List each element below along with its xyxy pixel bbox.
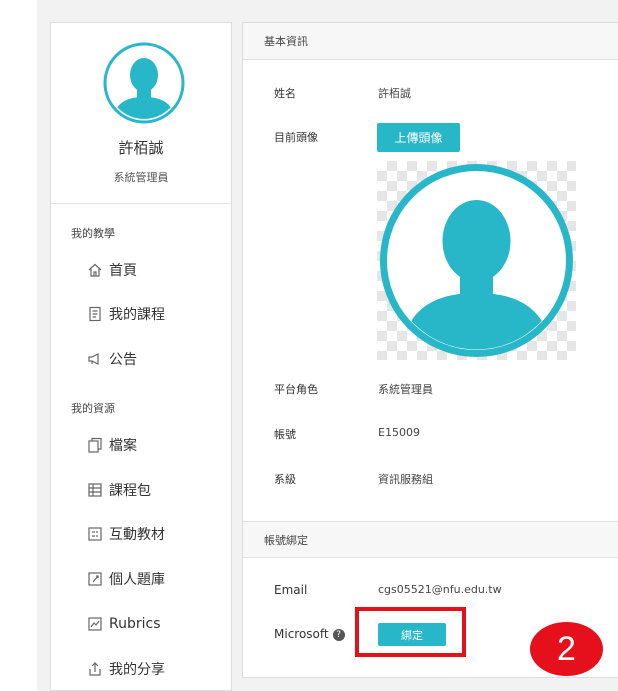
nav-label: 檔案 <box>109 438 137 454</box>
question-bank-icon <box>88 572 102 586</box>
email-label: Email <box>274 583 308 597</box>
user-name: 許栢誠 <box>118 139 164 157</box>
profile-card: 許栢誠 系統管理員 <box>51 23 231 204</box>
nav-my-shares[interactable]: 我的分享 <box>87 655 165 683</box>
document-icon <box>89 306 101 322</box>
user-avatar-icon <box>380 164 573 357</box>
section-label-teaching: 我的教學 <box>71 227 115 240</box>
nav-label: 我的課程 <box>109 307 165 323</box>
department-value: 資訊服務組 <box>378 473 433 486</box>
microsoft-label-row: Microsoft? <box>274 627 345 641</box>
section-header-basic-info: 基本資訊 <box>243 23 618 60</box>
help-icon[interactable]: ? <box>332 628 345 641</box>
profile-settings-card: 基本資訊 姓名 許栢誠 目前頭像 上傳頭像 平台角色 系統管理員 帳號 E150… <box>242 22 618 678</box>
user-avatar-icon <box>103 42 185 124</box>
upload-avatar-button[interactable]: 上傳頭像 <box>377 123 460 152</box>
department-label: 系級 <box>274 473 296 486</box>
nav-label: 公告 <box>109 352 137 368</box>
files-icon <box>88 437 102 453</box>
account-label: 帳號 <box>274 428 296 441</box>
sidebar: 許栢誠 系統管理員 我的教學 首頁 我的課程 公告 我的資源 檔案 課程包 互動… <box>50 22 232 691</box>
nav-label: Rubrics <box>109 616 161 632</box>
home-icon <box>88 263 102 277</box>
nav-question-bank[interactable]: 個人題庫 <box>87 565 165 593</box>
section-label-resources: 我的資源 <box>71 402 115 415</box>
nav-label: 互動教材 <box>109 527 165 543</box>
page-margin <box>0 0 37 691</box>
nav-my-courses[interactable]: 我的課程 <box>87 300 165 328</box>
nav-interactive-materials[interactable]: 互動教材 <box>87 520 165 548</box>
megaphone-icon <box>88 353 99 365</box>
nav-course-packages[interactable]: 課程包 <box>87 476 151 504</box>
name-label: 姓名 <box>274 87 296 100</box>
nav-home[interactable]: 首頁 <box>87 256 137 284</box>
nav-label: 首頁 <box>109 263 137 279</box>
nav-rubrics[interactable]: Rubrics <box>87 610 161 638</box>
interactive-icon <box>88 527 102 541</box>
package-icon <box>88 483 102 497</box>
nav-label: 個人題庫 <box>109 572 165 588</box>
platform-role-label: 平台角色 <box>274 383 318 396</box>
nav-files[interactable]: 檔案 <box>87 431 137 459</box>
rubrics-icon <box>88 617 102 631</box>
nav-label: 課程包 <box>109 483 151 499</box>
account-value: E15009 <box>378 426 420 439</box>
nav-label: 我的分享 <box>109 662 165 678</box>
nav-announcements[interactable]: 公告 <box>87 345 137 373</box>
microsoft-label: Microsoft <box>274 627 329 641</box>
user-role: 系統管理員 <box>113 171 169 184</box>
name-value: 許栢誠 <box>378 87 411 100</box>
platform-role-value: 系統管理員 <box>378 383 433 396</box>
step-number-badge: 2 <box>530 622 603 676</box>
current-avatar-preview <box>377 161 576 360</box>
share-icon <box>89 662 101 676</box>
email-value: cgs05521@nfu.edu.tw <box>378 583 502 596</box>
highlight-box <box>355 607 466 657</box>
section-header-account-binding: 帳號綁定 <box>243 521 618 558</box>
avatar-label: 目前頭像 <box>274 131 318 144</box>
